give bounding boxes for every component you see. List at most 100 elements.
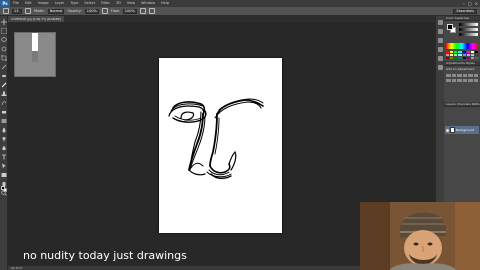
menu-filter[interactable]: Filter bbox=[98, 0, 113, 7]
brightness-adjustment-icon[interactable] bbox=[446, 74, 451, 77]
properties-panel-icon[interactable] bbox=[438, 38, 443, 43]
brush-tool-preset-icon[interactable] bbox=[3, 8, 9, 14]
curves-adjustment-icon[interactable] bbox=[457, 74, 462, 77]
color-swatch[interactable] bbox=[446, 54, 450, 56]
color-slider[interactable] bbox=[459, 33, 478, 36]
color-swatch[interactable] bbox=[474, 51, 478, 53]
brush-panel-icon[interactable] bbox=[25, 8, 31, 14]
color-swatch[interactable] bbox=[466, 57, 470, 59]
color-sliders[interactable] bbox=[459, 23, 478, 38]
actions-panel-icon[interactable] bbox=[438, 29, 443, 34]
color-swatch[interactable] bbox=[446, 51, 450, 53]
color-swatch[interactable] bbox=[458, 57, 462, 59]
minimize-button[interactable]: – bbox=[463, 0, 465, 7]
menu-image[interactable]: Image bbox=[35, 0, 52, 7]
exposure-adjustment-icon[interactable] bbox=[462, 74, 467, 77]
color-swatch[interactable] bbox=[458, 51, 462, 53]
color-swatch[interactable] bbox=[450, 57, 454, 59]
menu-window[interactable]: Window bbox=[138, 0, 158, 7]
type-tool-icon[interactable] bbox=[1, 154, 7, 160]
history-brush-tool-icon[interactable] bbox=[1, 100, 7, 106]
paragraph-panel-icon[interactable] bbox=[438, 65, 443, 70]
dodge-tool-icon[interactable] bbox=[1, 136, 7, 142]
app-logo: Ps bbox=[0, 0, 10, 7]
color-swatch[interactable] bbox=[454, 54, 458, 56]
brush-tool-icon[interactable] bbox=[1, 82, 7, 88]
color-swatch[interactable] bbox=[462, 54, 466, 56]
visibility-eye-icon[interactable] bbox=[446, 128, 449, 132]
close-button[interactable]: × bbox=[475, 0, 478, 7]
color-swatch[interactable] bbox=[454, 51, 458, 53]
pressure-size-icon[interactable] bbox=[148, 8, 155, 14]
color-spectrum-bar[interactable] bbox=[446, 43, 478, 49]
color-swatch[interactable] bbox=[466, 54, 470, 56]
menu-layer[interactable]: Layer bbox=[52, 0, 68, 7]
invert-adjustment-icon[interactable] bbox=[468, 79, 473, 82]
lasso-tool-icon[interactable] bbox=[1, 37, 7, 43]
pressure-opacity-icon[interactable] bbox=[101, 8, 108, 14]
black-white-adjustment-icon[interactable] bbox=[451, 79, 456, 82]
face-sketch-drawing bbox=[168, 98, 264, 180]
color-swatch[interactable] bbox=[450, 51, 454, 53]
color-swatch[interactable] bbox=[470, 57, 474, 59]
vibrance-adjustment-icon[interactable] bbox=[468, 74, 473, 77]
move-tool-icon[interactable] bbox=[1, 19, 7, 25]
eyedropper-tool-icon[interactable] bbox=[1, 64, 7, 70]
layer-row-background[interactable]: Background bbox=[445, 126, 479, 134]
opacity-field[interactable]: 100% bbox=[84, 8, 99, 14]
workspace-select[interactable]: Essentials bbox=[453, 9, 477, 14]
menu-view[interactable]: View bbox=[124, 0, 138, 7]
pen-tool-icon[interactable] bbox=[1, 145, 7, 151]
color-swatch[interactable] bbox=[462, 51, 466, 53]
panel-foreground-swatch[interactable] bbox=[447, 24, 453, 30]
color-panel-tab[interactable]: Color Swatches bbox=[444, 16, 480, 21]
foreground-color-swatch[interactable] bbox=[1, 186, 5, 190]
character-panel-icon[interactable] bbox=[438, 56, 443, 61]
clone-stamp-tool-icon[interactable] bbox=[1, 91, 7, 97]
webcam-overlay bbox=[360, 202, 480, 270]
color-swatch[interactable] bbox=[474, 54, 478, 56]
brush-panel-icon[interactable] bbox=[438, 47, 443, 52]
blur-tool-icon[interactable] bbox=[1, 127, 7, 133]
channel-mixer-adjustment-icon[interactable] bbox=[462, 79, 467, 82]
flow-field[interactable]: 100% bbox=[122, 8, 137, 14]
color-swatch[interactable] bbox=[466, 51, 470, 53]
color-slider[interactable] bbox=[459, 28, 478, 31]
airbrush-icon[interactable] bbox=[139, 8, 146, 14]
layers-panel-tab[interactable]: Layers Channels Paths bbox=[444, 102, 480, 107]
gradient-tool-icon[interactable] bbox=[1, 118, 7, 124]
color-swatch[interactable] bbox=[446, 57, 450, 59]
brush-size-field[interactable]: 13 bbox=[12, 8, 22, 14]
threshold-adjustment-icon[interactable] bbox=[473, 79, 478, 82]
menu-select[interactable]: Select bbox=[81, 0, 98, 7]
menu-3d[interactable]: 3D bbox=[113, 0, 124, 7]
marquee-tool-icon[interactable] bbox=[1, 28, 7, 34]
color-swatch[interactable] bbox=[470, 51, 474, 53]
color-slider[interactable] bbox=[459, 23, 478, 26]
history-panel-icon[interactable] bbox=[438, 20, 443, 25]
menu-help[interactable]: Help bbox=[158, 0, 172, 7]
crop-tool-icon[interactable] bbox=[1, 55, 7, 61]
color-panel bbox=[446, 23, 478, 41]
color-swatch[interactable] bbox=[458, 54, 462, 56]
rectangle-tool-icon[interactable] bbox=[1, 172, 7, 178]
hue-saturation-adjustment-icon[interactable] bbox=[473, 74, 478, 77]
eraser-tool-icon[interactable] bbox=[1, 109, 7, 115]
color-swatch[interactable] bbox=[454, 57, 458, 59]
quick-select-tool-icon[interactable] bbox=[1, 46, 7, 52]
color-balance-adjustment-icon[interactable] bbox=[446, 79, 451, 82]
photo-filter-adjustment-icon[interactable] bbox=[457, 79, 462, 82]
color-swatch[interactable] bbox=[450, 54, 454, 56]
levels-adjustment-icon[interactable] bbox=[451, 74, 456, 77]
path-selection-tool-icon[interactable] bbox=[1, 163, 7, 169]
healing-brush-tool-icon[interactable] bbox=[1, 73, 7, 79]
color-swatch[interactable] bbox=[462, 57, 466, 59]
maximize-button[interactable]: □ bbox=[468, 0, 472, 7]
mode-select[interactable]: Normal bbox=[47, 8, 65, 14]
menu-type[interactable]: Type bbox=[67, 0, 81, 7]
menu-file[interactable]: File bbox=[10, 0, 22, 7]
drawing-canvas[interactable] bbox=[159, 58, 282, 233]
menu-edit[interactable]: Edit bbox=[22, 0, 35, 7]
color-swatch[interactable] bbox=[470, 54, 474, 56]
color-swatch[interactable] bbox=[474, 57, 478, 59]
